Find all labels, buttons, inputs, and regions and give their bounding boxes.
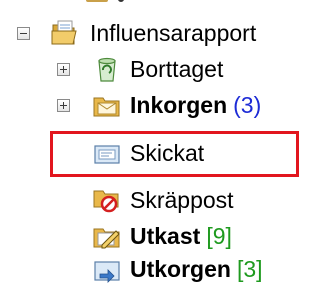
folder-label[interactable]: Skräppost [130,187,234,214]
folder-label[interactable]: Utkast [9] [130,223,232,250]
folder-label[interactable]: Influensarapport [90,20,256,47]
label-inkorgen[interactable]: Inkorgen [130,92,227,119]
label-borttaget[interactable]: Borttaget [130,56,223,83]
draft-count: [9] [206,222,232,249]
drafts-icon [92,221,122,251]
label-utkast[interactable]: Utkast [130,223,200,250]
selection-highlight [50,131,299,177]
label-skrappost[interactable]: Skräppost [130,187,234,214]
folder-item-borttaget[interactable]: Borttaget [0,52,304,86]
folder-open-icon [50,18,80,48]
folder-item-utkorgen[interactable]: Utkorgen [3] [0,252,304,286]
partial-glyph [118,0,124,2]
label-utkorgen[interactable]: Utkorgen [130,256,231,283]
recycle-bin-icon [92,54,122,84]
unread-count: (3) [233,91,262,118]
root-label[interactable]: Influensarapport [90,20,256,47]
outbox-icon [92,254,122,284]
inbox-folder-icon [92,90,122,120]
folder-label[interactable]: Borttaget [130,56,223,83]
junk-mail-icon [92,185,122,215]
partial-folder-icon [86,0,108,2]
collapse-toggle-icon[interactable] [17,27,30,40]
folder-item-utkast[interactable]: Utkast [9] [0,219,304,253]
folder-label[interactable]: Utkorgen [3] [130,256,263,283]
outbox-count: [3] [236,255,263,282]
expand-toggle-icon[interactable] [57,63,70,76]
folder-item-skrappost[interactable]: Skräppost [0,183,304,217]
folder-label[interactable]: Inkorgen (3) [130,92,261,119]
expand-toggle-icon[interactable] [57,99,70,112]
folder-tree-root[interactable]: Influensarapport [0,16,304,50]
folder-item-inkorgen[interactable]: Inkorgen (3) [0,88,304,122]
